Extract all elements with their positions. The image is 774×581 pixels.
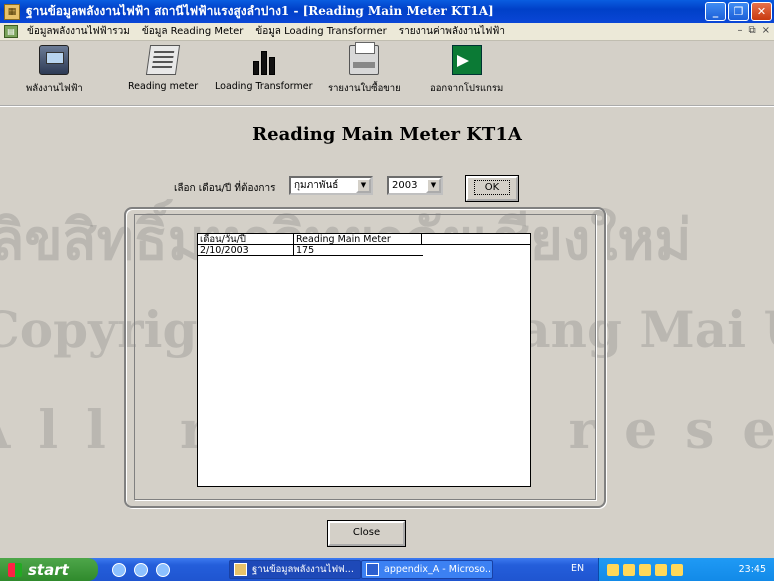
mdi-restore-button[interactable]: ⧉	[748, 25, 755, 36]
toolbar-loading-transformer-button[interactable]: Loading Transformer	[215, 45, 313, 92]
menu-bar: ▤ ข้อมูลพลังงานไฟฟ้ารวม ข้อมูล Reading M…	[0, 23, 774, 41]
window-title: ฐานข้อมูลพลังงานไฟฟ้า สถานีไฟฟ้าแรงสูงลำ…	[26, 4, 494, 18]
toolbar-loading-transformer-label: Loading Transformer	[215, 81, 313, 92]
grid-header-row: เดือน/วัน/ปี Reading Main Meter	[198, 234, 530, 245]
toolbar-report-label: รายงานใบซื้อขาย	[328, 83, 401, 94]
menu-total-power[interactable]: ข้อมูลพลังงานไฟฟ้ารวม	[21, 24, 136, 39]
power-station-icon	[39, 45, 70, 75]
taskbar-item-database-app[interactable]: ฐานข้อมูลพลังงานไฟฟ...	[229, 560, 361, 579]
clock[interactable]: 23:45	[739, 564, 766, 575]
toolbar-reading-meter-label: Reading meter	[128, 81, 199, 92]
grid-header-date[interactable]: เดือน/วัน/ปี	[198, 234, 294, 244]
word-document-icon	[366, 563, 379, 576]
start-label: start	[28, 560, 69, 579]
bar-chart-icon	[249, 45, 279, 75]
year-select[interactable]: 2003 ▼	[387, 176, 443, 195]
tray-icons	[607, 563, 683, 576]
maximize-button[interactable]: ❐	[728, 2, 749, 21]
taskbar-item-word-doc[interactable]: appendix_A - Microso...	[361, 560, 493, 579]
menu-loading-transformer[interactable]: ข้อมูล Loading Transformer	[249, 24, 392, 39]
display-icon[interactable]	[655, 563, 667, 576]
toolbar: พลังงานไฟฟ้า Reading meter Loading Trans…	[0, 41, 774, 107]
chevron-down-icon[interactable]: ▼	[356, 178, 371, 193]
printer-icon	[349, 42, 380, 75]
document-reading-icon	[145, 45, 181, 75]
toolbar-reading-meter-button[interactable]: Reading meter	[128, 45, 198, 92]
table-row[interactable]: 2/10/2003 175	[198, 245, 423, 256]
readings-grid[interactable]: เดือน/วัน/ปี Reading Main Meter 2/10/200…	[197, 233, 531, 487]
month-select-value: กุมภาพันธ์	[294, 180, 339, 191]
page-title: Reading Main Meter KT1A	[252, 124, 522, 145]
network-icon[interactable]	[607, 563, 619, 576]
close-window-button[interactable]: ✕	[751, 2, 772, 21]
shield-icon[interactable]	[639, 563, 651, 576]
chevron-down-icon[interactable]: ▼	[426, 178, 441, 193]
year-select-value: 2003	[392, 180, 418, 191]
minimize-button[interactable]: _	[705, 2, 726, 21]
toolbar-power-label: พลังงานไฟฟ้า	[26, 83, 83, 94]
toolbar-power-button[interactable]: พลังงานไฟฟ้า	[26, 45, 83, 96]
mdi-controls: – ⧉ ×	[737, 25, 770, 36]
database-app-icon[interactable]: ▦	[4, 3, 20, 20]
taskbar: start ฐานข้อมูลพลังงานไฟฟ... appendix_A …	[0, 558, 774, 581]
month-year-label: เลือก เดือน/ปี ที่ต้องการ	[174, 183, 276, 194]
system-tray: EN 23:45	[571, 558, 774, 581]
grid-cell-date: 2/10/2003	[198, 245, 294, 255]
close-button[interactable]: Close	[327, 520, 406, 547]
toolbar-exit-button[interactable]: ออกจากโปรแกรม	[430, 45, 503, 96]
taskbar-item-label: appendix_A - Microso...	[384, 564, 493, 575]
month-select[interactable]: กุมภาพันธ์ ▼	[289, 176, 373, 195]
start-button[interactable]: start	[0, 558, 98, 581]
quick-launch	[112, 562, 170, 577]
toolbar-exit-label: ออกจากโปรแกรม	[430, 83, 504, 94]
messenger-status-icon[interactable]	[671, 563, 683, 576]
windows-logo-icon	[8, 562, 22, 577]
window-controls: _ ❐ ✕	[705, 2, 772, 21]
toolbar-report-button[interactable]: รายงานใบซื้อขาย	[328, 42, 401, 96]
mdi-minimize-button[interactable]: –	[737, 25, 742, 36]
ok-button[interactable]: OK	[465, 175, 519, 202]
title-bar[interactable]: ▦ ฐานข้อมูลพลังงานไฟฟ้า สถานีไฟฟ้าแรงสูง…	[0, 0, 774, 23]
taskbar-item-label: ฐานข้อมูลพลังงานไฟฟ...	[252, 564, 354, 575]
ie-icon[interactable]	[112, 562, 126, 577]
document-menu-icon[interactable]: ▤	[4, 25, 18, 38]
language-indicator[interactable]: EN	[571, 563, 584, 574]
menu-reading-meter[interactable]: ข้อมูล Reading Meter	[136, 24, 249, 39]
database-app-icon	[234, 563, 247, 576]
exit-door-icon	[451, 45, 482, 75]
messenger-icon[interactable]	[156, 562, 170, 577]
volume-icon[interactable]	[623, 563, 635, 576]
menu-power-report[interactable]: รายงานค่าพลังงานไฟฟ้า	[393, 24, 511, 39]
browser-icon[interactable]	[134, 562, 148, 577]
ok-button-label: OK	[473, 180, 511, 195]
mdi-close-button[interactable]: ×	[762, 25, 770, 36]
grid-cell-reading: 175	[296, 245, 315, 255]
grid-header-reading[interactable]: Reading Main Meter	[294, 234, 422, 244]
